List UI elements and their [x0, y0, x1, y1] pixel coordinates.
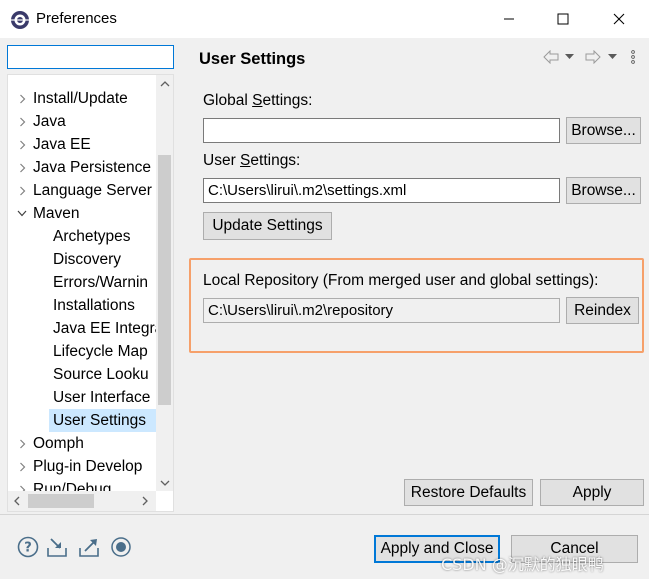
chevron-right-icon[interactable] [16, 110, 28, 133]
tree-item[interactable]: Archetypes [8, 225, 156, 248]
scroll-right-arrow-icon[interactable] [136, 491, 153, 511]
tree-item-label: Java EE [33, 136, 91, 153]
local-repository-label: Local Repository (From merged user and g… [203, 272, 599, 289]
back-dropdown-icon[interactable] [565, 48, 574, 66]
tree-item-label: User Interface [53, 389, 151, 406]
update-settings-button[interactable]: Update Settings [203, 212, 332, 240]
user-settings-page: Global Settings: Browse... User Settings… [189, 78, 649, 514]
tree-item[interactable]: Run/Debug [8, 478, 156, 491]
record-icon[interactable] [109, 535, 133, 559]
tree-item[interactable]: Install/Update [8, 87, 156, 110]
tree-item-label: Run/Debug [33, 481, 112, 491]
tree-list: Install/Update Java Java EE Java Persistenc… [8, 75, 156, 491]
chevron-right-icon[interactable] [16, 432, 28, 455]
eclipse-app-icon [10, 10, 30, 30]
chevron-down-icon[interactable] [16, 202, 28, 225]
export-icon[interactable] [78, 535, 102, 559]
user-settings-label: User Settings: [203, 152, 301, 169]
tree-item[interactable]: Errors/Warnin [8, 271, 156, 294]
page-header: User Settings [189, 38, 649, 78]
tree-item[interactable]: User Settings [49, 409, 156, 432]
tree-item-label: Archetypes [53, 228, 131, 245]
tree-item[interactable]: Installations [8, 294, 156, 317]
apply-button[interactable]: Apply [540, 479, 644, 506]
tree-item-label: Language Server [33, 182, 152, 199]
global-settings-field[interactable] [203, 118, 560, 143]
global-browse-button[interactable]: Browse... [566, 117, 641, 144]
tree-item[interactable]: Java [8, 110, 156, 133]
tree-item-label: Lifecycle Map [53, 343, 148, 360]
window-title: Preferences [36, 10, 117, 27]
tree-item[interactable]: Plug-in Develop [8, 455, 156, 478]
preferences-tree-panel: Install/Update Java Java EE Java Persistenc… [0, 38, 186, 514]
filter-input[interactable] [7, 45, 174, 69]
title-bar: Preferences [0, 0, 649, 38]
restore-defaults-button[interactable]: Restore Defaults [404, 479, 533, 506]
import-icon[interactable] [46, 535, 70, 559]
svg-text:?: ? [24, 541, 32, 556]
global-settings-label: Global Settings: [203, 92, 313, 109]
user-browse-button[interactable]: Browse... [566, 177, 641, 204]
minimize-button[interactable] [486, 4, 532, 34]
tree-item[interactable]: Maven [8, 202, 156, 225]
tree-item-label: Plug-in Develop [33, 458, 143, 475]
tree-item-label: Source Looku [53, 366, 149, 383]
tree-item[interactable]: Java EE Integra [8, 317, 156, 340]
chevron-right-icon[interactable] [16, 156, 28, 179]
back-arrow-icon[interactable] [543, 48, 559, 66]
tree-item-label: Errors/Warnin [53, 274, 149, 291]
tree-item[interactable]: Oomph [8, 432, 156, 455]
scroll-left-arrow-icon[interactable] [8, 491, 25, 511]
tree-item-label: Oomph [33, 435, 84, 452]
tree-item-label: Java EE Integra [53, 320, 156, 337]
csdn-watermark: CSDN @沉默的独眼鸭 [441, 555, 604, 574]
tree-item[interactable]: Language Server [8, 179, 156, 202]
tree-item-label: User Settings [53, 412, 147, 429]
tree-item[interactable]: Java Persistence [8, 156, 156, 179]
tree-item[interactable]: Java EE [8, 133, 156, 156]
tree-vertical-scroll-thumb[interactable] [158, 155, 171, 405]
tree-item-label: Java [33, 113, 66, 130]
tree-item[interactable]: Discovery [8, 248, 156, 271]
tree-item-label: Maven [33, 205, 80, 222]
help-icon[interactable]: ? [16, 535, 40, 559]
maximize-button[interactable] [540, 4, 586, 34]
page-title: User Settings [199, 50, 306, 68]
tree-item-label: Installations [53, 297, 135, 314]
tree-item-label: Java Persistence [33, 159, 152, 176]
user-settings-field[interactable]: C:\Users\lirui\.m2\settings.xml [203, 178, 560, 203]
chevron-right-icon[interactable] [16, 133, 28, 156]
tree-item[interactable]: User Interface [8, 386, 156, 409]
scroll-up-arrow-icon[interactable] [156, 75, 173, 92]
forward-arrow-icon[interactable] [585, 48, 601, 66]
tree-item[interactable]: Source Looku [8, 363, 156, 386]
forward-dropdown-icon[interactable] [608, 48, 617, 66]
chevron-right-icon[interactable] [16, 179, 28, 202]
chevron-right-icon[interactable] [16, 478, 28, 491]
tree-item-label: Install/Update [33, 90, 128, 107]
chevron-right-icon[interactable] [16, 87, 28, 110]
local-repository-field[interactable]: C:\Users\lirui\.m2\repository [203, 298, 560, 323]
tree-vertical-scrollbar[interactable] [156, 75, 173, 491]
preferences-tree: Install/Update Java Java EE Java Persistenc… [7, 74, 174, 512]
view-menu-icon[interactable] [631, 48, 635, 66]
scroll-down-arrow-icon[interactable] [156, 474, 173, 491]
tree-item[interactable]: Lifecycle Map [8, 340, 156, 363]
tree-horizontal-scroll-thumb[interactable] [28, 494, 94, 508]
reindex-button[interactable]: Reindex [566, 297, 639, 324]
chevron-right-icon[interactable] [16, 455, 28, 478]
close-button[interactable] [596, 4, 642, 34]
tree-item-label: Discovery [53, 251, 122, 268]
tree-horizontal-scrollbar[interactable] [8, 491, 156, 511]
